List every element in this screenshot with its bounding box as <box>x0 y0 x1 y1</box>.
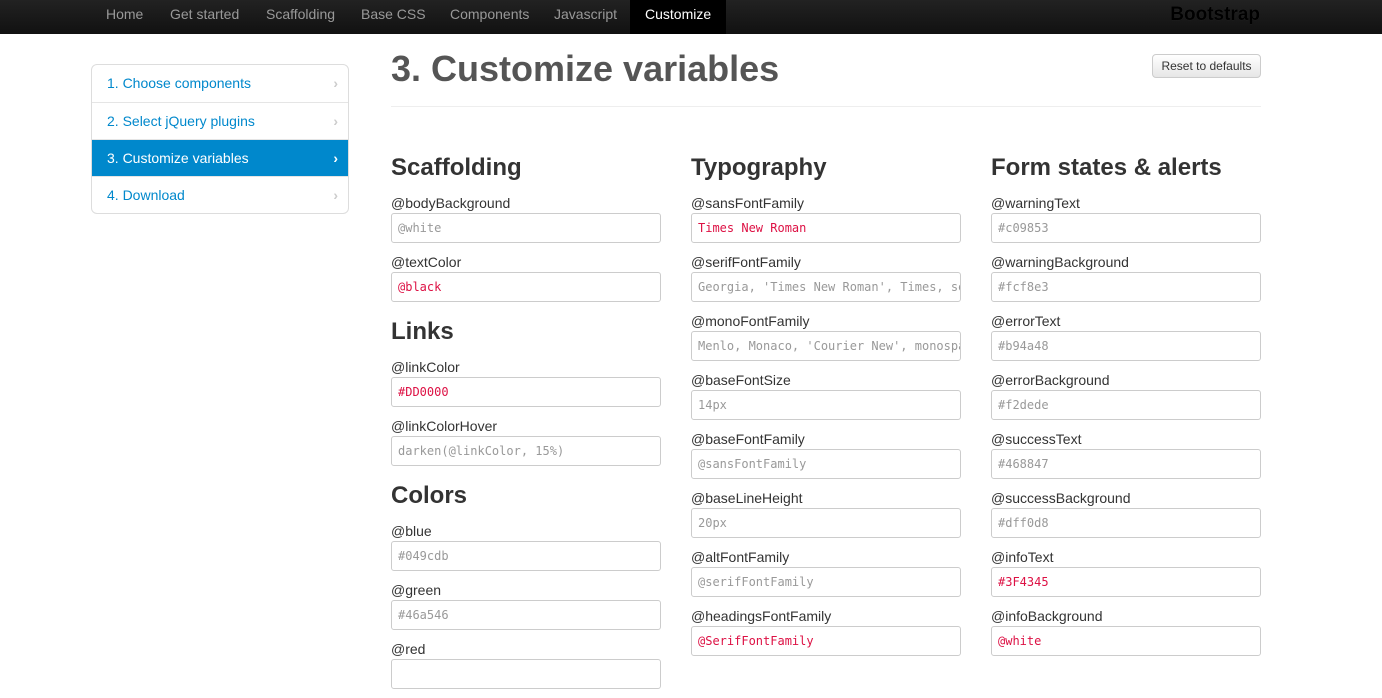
nav-javascript[interactable]: Javascript <box>539 0 632 34</box>
variable-input[interactable]: #c09853 <box>991 213 1261 243</box>
variable-input[interactable]: #b94a48 <box>991 331 1261 361</box>
variable-label: @successBackground <box>991 490 1131 506</box>
sidebar-steps: 1. Choose components › 2. Select jQuery pl… <box>91 64 349 214</box>
sidebar-step-label: 1. Choose components <box>107 75 251 91</box>
nav-customize[interactable]: Customize <box>630 0 727 34</box>
sidebar-step-label: 4. Download <box>107 187 185 203</box>
chevron-right-icon: › <box>333 113 338 129</box>
variable-label: @baseFontFamily <box>691 431 805 447</box>
page-title: 3. Customize variables <box>391 48 780 89</box>
nav-get-started[interactable]: Get started <box>155 0 254 34</box>
variables-column: Scaffolding @bodyBackground @white @textCol… <box>391 138 661 698</box>
variable-label: @warningBackground <box>991 254 1129 270</box>
variable-input[interactable]: @serifFontFamily <box>691 567 961 597</box>
top-navbar: Home Get started Scaffolding Base CSS Compon… <box>0 0 1382 34</box>
variable-label: @red <box>391 641 426 657</box>
reset-to-defaults-button[interactable]: Reset to defaults <box>1152 54 1261 78</box>
sidebar-step-1[interactable]: 1. Choose components › <box>92 65 348 102</box>
variable-input[interactable]: #3F4345 <box>991 567 1261 597</box>
chevron-right-icon: › <box>333 187 338 203</box>
nav-home[interactable]: Home <box>91 0 158 34</box>
variable-input[interactable]: #dff0d8 <box>991 508 1261 538</box>
variable-label: @bodyBackground <box>391 195 511 211</box>
chevron-right-icon: › <box>333 150 338 166</box>
section-heading: Colors <box>391 482 468 509</box>
variable-input[interactable]: Times New Roman <box>691 213 961 243</box>
variable-input[interactable]: @white <box>391 213 661 243</box>
variable-label: @baseLineHeight <box>691 490 803 506</box>
variable-input[interactable]: @sansFontFamily <box>691 449 961 479</box>
variable-input[interactable]: Menlo, Monaco, 'Courier New', monospace <box>691 331 961 361</box>
variable-input[interactable]: #468847 <box>991 449 1261 479</box>
variable-input[interactable]: Georgia, 'Times New Roman', Times, serif <box>691 272 961 302</box>
variable-label: @baseFontSize <box>691 372 791 388</box>
section-heading: Typography <box>691 154 827 181</box>
brand-logo[interactable]: Bootstrap <box>1170 4 1260 26</box>
variable-input[interactable]: @white <box>991 626 1261 656</box>
variable-label: @blue <box>391 523 432 539</box>
sidebar-step-label: 2. Select jQuery plugins <box>107 113 255 129</box>
sidebar-step-label: 3. Customize variables <box>107 150 249 166</box>
divider <box>391 106 1261 107</box>
variable-input[interactable]: #46a546 <box>391 600 661 630</box>
sidebar-step-4[interactable]: 4. Download › <box>92 176 348 213</box>
variable-input[interactable] <box>391 659 661 689</box>
variable-input[interactable]: @black <box>391 272 661 302</box>
variable-label: @errorText <box>991 313 1061 329</box>
variable-label: @textColor <box>391 254 462 270</box>
variable-label: @monoFontFamily <box>691 313 810 329</box>
chevron-right-icon: › <box>333 75 338 91</box>
section-heading: Scaffolding <box>391 154 522 181</box>
variable-input[interactable]: @SerifFontFamily <box>691 626 961 656</box>
nav-components[interactable]: Components <box>435 0 544 34</box>
sidebar-step-2[interactable]: 2. Select jQuery plugins › <box>92 102 348 139</box>
variable-label: @headingsFontFamily <box>691 608 832 624</box>
section-heading: Form states & alerts <box>991 154 1222 181</box>
variable-label: @green <box>391 582 442 598</box>
nav-base-css[interactable]: Base CSS <box>346 0 441 34</box>
variable-input[interactable]: #DD0000 <box>391 377 661 407</box>
variables-column: Typography @sansFontFamily Times New Roman… <box>691 138 961 665</box>
variable-label: @infoText <box>991 549 1054 565</box>
variable-label: @linkColorHover <box>391 418 498 434</box>
variable-input[interactable]: #049cdb <box>391 541 661 571</box>
variable-label: @linkColor <box>391 359 460 375</box>
sidebar-step-3[interactable]: 3. Customize variables › <box>92 139 348 176</box>
variable-label: @infoBackground <box>991 608 1103 624</box>
variable-input[interactable]: 20px <box>691 508 961 538</box>
variables-column: Form states & alerts @warningText #c09853 @… <box>991 138 1261 665</box>
variable-label: @successText <box>991 431 1082 447</box>
variable-input[interactable]: #fcf8e3 <box>991 272 1261 302</box>
variable-label: @serifFontFamily <box>691 254 801 270</box>
variable-input[interactable]: darken(@linkColor, 15%) <box>391 436 661 466</box>
variable-label: @sansFontFamily <box>691 195 805 211</box>
section-heading: Links <box>391 318 454 345</box>
variable-label: @errorBackground <box>991 372 1110 388</box>
nav-scaffolding[interactable]: Scaffolding <box>251 0 350 34</box>
variable-label: @altFontFamily <box>691 549 790 565</box>
variable-input[interactable]: #f2dede <box>991 390 1261 420</box>
variable-label: @warningText <box>991 195 1080 211</box>
variable-input[interactable]: 14px <box>691 390 961 420</box>
